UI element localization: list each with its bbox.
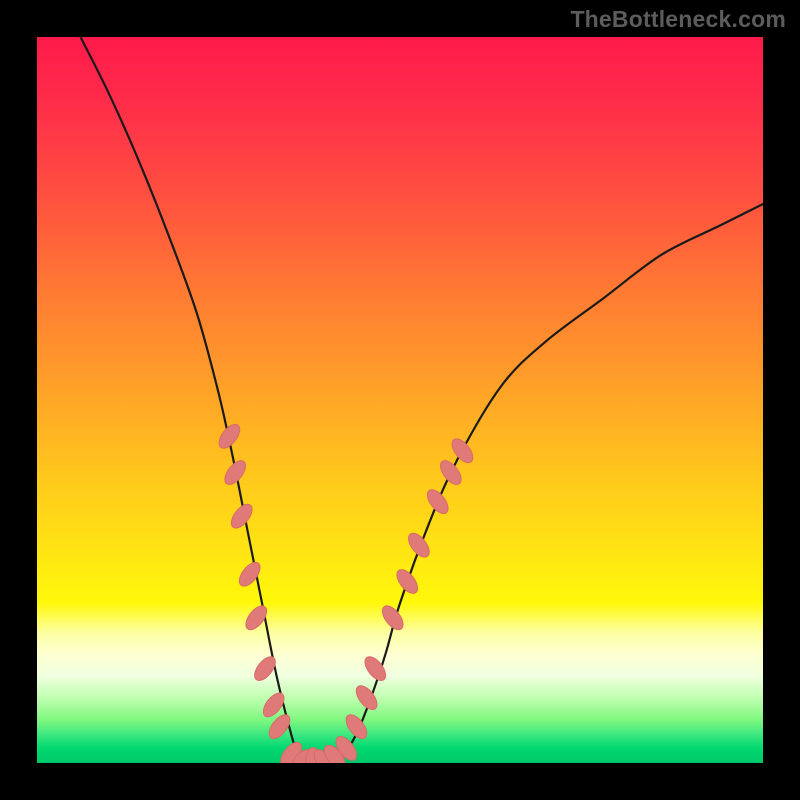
watermark-text: TheBottleneck.com [570,6,786,33]
curve-marker [215,421,244,452]
curve-marker [221,457,250,488]
curve-marker [405,530,434,561]
curve-marker [393,566,422,597]
curve-marker [437,457,466,488]
plot-area [37,37,763,763]
curve-marker [423,486,452,517]
marker-group [215,421,477,763]
curve-svg [37,37,763,763]
curve-marker [342,711,371,742]
curve-marker [448,435,477,466]
chart-frame: TheBottleneck.com [0,0,800,800]
bottleneck-curve [81,37,763,763]
curve-marker [235,559,264,590]
